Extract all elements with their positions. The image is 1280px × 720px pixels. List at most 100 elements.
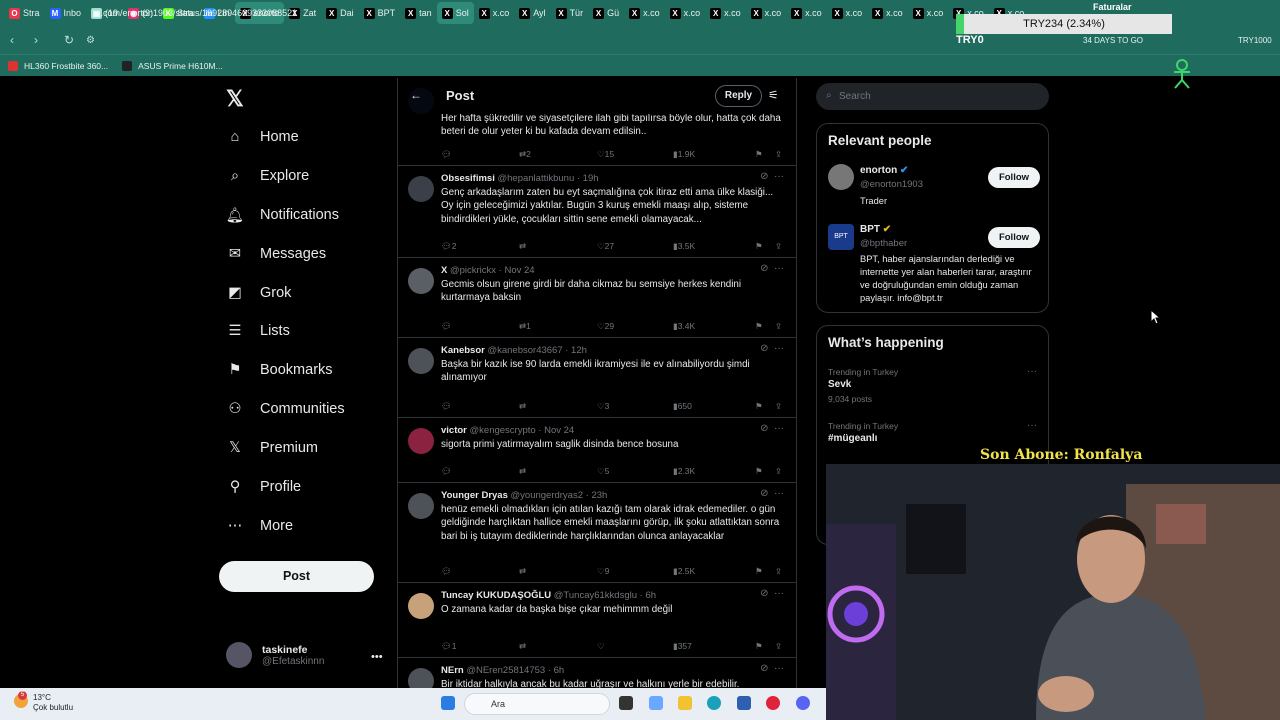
- opera-icon[interactable]: [766, 696, 780, 710]
- nav-item-communities[interactable]: ⚇ Communities: [226, 391, 345, 427]
- reply-icon[interactable]: 💬︎ 1: [441, 641, 457, 652]
- views-icon[interactable]: ▮ 3.5K: [673, 241, 695, 252]
- views-icon[interactable]: ▮ 1.9K: [673, 149, 695, 160]
- browser-tab[interactable]: O Stra: [4, 2, 45, 24]
- avatar[interactable]: [408, 428, 434, 454]
- reply-icon[interactable]: 💬︎: [441, 466, 452, 477]
- share-icon[interactable]: ⇪: [775, 321, 782, 332]
- tweet-author[interactable]: victor: [441, 425, 467, 436]
- nav-item-more[interactable]: ⋯ More: [226, 508, 293, 544]
- share-icon[interactable]: ⇪: [775, 466, 782, 477]
- account-more-icon[interactable]: •••: [371, 651, 383, 663]
- reply-icon[interactable]: 💬︎: [441, 321, 452, 332]
- nav-item-premium[interactable]: 𝕏 Premium: [226, 430, 318, 466]
- share-icon[interactable]: ⇪: [775, 241, 782, 252]
- repost-icon[interactable]: ⇄: [519, 566, 526, 577]
- browser-tab[interactable]: X Dai: [321, 2, 359, 24]
- views-icon[interactable]: ▮ 2.3K: [673, 466, 695, 477]
- share-icon[interactable]: ⇪: [775, 149, 782, 160]
- tweet[interactable]: Tuncay KUKUDAŞOĞLU @Tuncay61kkdsglu · 6h…: [398, 583, 796, 658]
- reply-icon[interactable]: 💬︎: [441, 566, 452, 577]
- windows-start-icon[interactable]: [441, 696, 455, 710]
- nav-item-messages[interactable]: ✉ Messages: [226, 236, 326, 272]
- browser-tab[interactable]: X BPT: [359, 2, 401, 24]
- browser-tab[interactable]: Xx.co: [474, 2, 515, 24]
- like-icon[interactable]: ♡ 5: [597, 466, 609, 477]
- browser-tab[interactable]: X Tür: [551, 2, 589, 24]
- site-info-icon[interactable]: ⚙: [86, 35, 100, 46]
- task-view-icon[interactable]: [619, 696, 633, 710]
- browser-tab[interactable]: Xx.co: [908, 2, 949, 24]
- browser-tab[interactable]: X Ayl: [514, 2, 550, 24]
- avatar[interactable]: [408, 348, 434, 374]
- back-icon[interactable]: ‹: [10, 33, 24, 47]
- tweet[interactable]: X @pickrickx · Nov 24 ⊘ ··· Gecmis olsun g…: [398, 258, 796, 338]
- tweet-author[interactable]: Kanebsor: [441, 345, 485, 356]
- edge-icon[interactable]: [707, 696, 721, 710]
- nav-item-home[interactable]: ⌂ Home: [226, 119, 299, 155]
- repost-icon[interactable]: ⇄ 1: [519, 321, 531, 332]
- repost-icon[interactable]: ⇄: [519, 466, 526, 477]
- browser-tab[interactable]: Xx.co: [705, 2, 746, 24]
- like-icon[interactable]: ♡ 9: [597, 566, 609, 577]
- tweet-actions-icons[interactable]: ⊘ ···: [760, 488, 784, 499]
- copilot-icon[interactable]: [649, 696, 663, 710]
- weather-widget[interactable]: 13°C Çok bulutlu: [33, 693, 73, 713]
- account-switcher[interactable]: taskinefe @Efetaskinnn: [226, 642, 324, 668]
- repost-icon[interactable]: ⇄: [519, 641, 526, 652]
- bookmark-icon[interactable]: ⚑: [755, 466, 763, 477]
- reply-icon[interactable]: 💬︎: [441, 401, 452, 412]
- nav-item-lists[interactable]: ☰ Lists: [226, 313, 290, 349]
- avatar[interactable]: [408, 493, 434, 519]
- forward-icon[interactable]: ›: [34, 33, 48, 47]
- bookmark-item[interactable]: ASUS Prime H610M...: [122, 60, 223, 71]
- tweet-author[interactable]: Obsesifimsi: [441, 173, 495, 184]
- tweet-actions-icons[interactable]: ⊘ ···: [760, 423, 784, 434]
- browser-tab[interactable]: Xx.co: [624, 2, 665, 24]
- like-icon[interactable]: ♡: [597, 641, 605, 652]
- search-input[interactable]: Search: [816, 83, 1049, 110]
- avatar[interactable]: [408, 176, 434, 202]
- bookmark-icon[interactable]: ⚑: [755, 401, 763, 412]
- views-icon[interactable]: ▮ 650: [673, 401, 692, 412]
- tweet-actions-icons[interactable]: ⊘ ···: [760, 663, 784, 674]
- taskbar-search[interactable]: Ara: [464, 693, 610, 715]
- tweet-author[interactable]: X: [441, 265, 447, 276]
- like-icon[interactable]: ♡ 3: [597, 401, 609, 412]
- tweet-author[interactable]: Younger Dryas: [441, 490, 508, 501]
- bookmark-icon[interactable]: ⚑: [755, 566, 763, 577]
- browser-tab[interactable]: M Inbo: [45, 2, 87, 24]
- trend-more-icon[interactable]: ···: [1027, 420, 1037, 431]
- avatar[interactable]: [408, 268, 434, 294]
- bookmark-icon[interactable]: ⚑: [755, 241, 763, 252]
- like-icon[interactable]: ♡ 29: [597, 321, 614, 332]
- tweet[interactable]: Younger Dryas @youngerdryas2 · 23h ⊘ ··· h…: [398, 483, 796, 583]
- tweet-author[interactable]: NErn: [441, 665, 464, 676]
- tweet-actions-icons[interactable]: ⊘ ···: [760, 588, 784, 599]
- bookmark-icon[interactable]: ⚑: [755, 321, 763, 332]
- like-icon[interactable]: ♡ 15: [597, 149, 614, 160]
- repost-icon[interactable]: ⇄ 2: [519, 149, 531, 160]
- nav-item-bookmarks[interactable]: ⚑ Bookmarks: [226, 352, 333, 388]
- bookmark-item[interactable]: HL360 Frostbite 360...: [8, 60, 108, 71]
- repost-icon[interactable]: ⇄: [519, 241, 526, 252]
- repost-icon[interactable]: ⇄: [519, 401, 526, 412]
- back-arrow-icon[interactable]: ←: [410, 88, 422, 102]
- bookmark-icon[interactable]: ⚑: [755, 641, 763, 652]
- browser-tab[interactable]: Xx.co: [827, 2, 868, 24]
- browser-tab[interactable]: Xtan: [400, 2, 437, 24]
- discord-icon[interactable]: [796, 696, 810, 710]
- follow-button[interactable]: Follow: [988, 227, 1040, 248]
- browser-tab[interactable]: Xx.co: [665, 2, 706, 24]
- nav-item-explore[interactable]: ⌕ Explore: [226, 158, 309, 194]
- share-icon[interactable]: ⇪: [775, 401, 782, 412]
- post-button[interactable]: Post: [219, 561, 374, 592]
- tweet[interactable]: victor @kengescrypto · Nov 24 ⊘ ··· sigort…: [398, 418, 796, 483]
- x-logo-icon[interactable]: 𝕏: [226, 86, 244, 112]
- views-icon[interactable]: ▮ 2.5K: [673, 566, 695, 577]
- views-icon[interactable]: ▮ 357: [673, 641, 692, 652]
- tweet[interactable]: NErn @NEren25814753 · 6h ⊘ ··· Bir iktidar…: [398, 658, 796, 690]
- reply-icon[interactable]: 💬︎: [441, 149, 452, 160]
- bookmark-icon[interactable]: ⚑: [755, 149, 763, 160]
- browser-tab[interactable]: X Sol: [436, 2, 474, 24]
